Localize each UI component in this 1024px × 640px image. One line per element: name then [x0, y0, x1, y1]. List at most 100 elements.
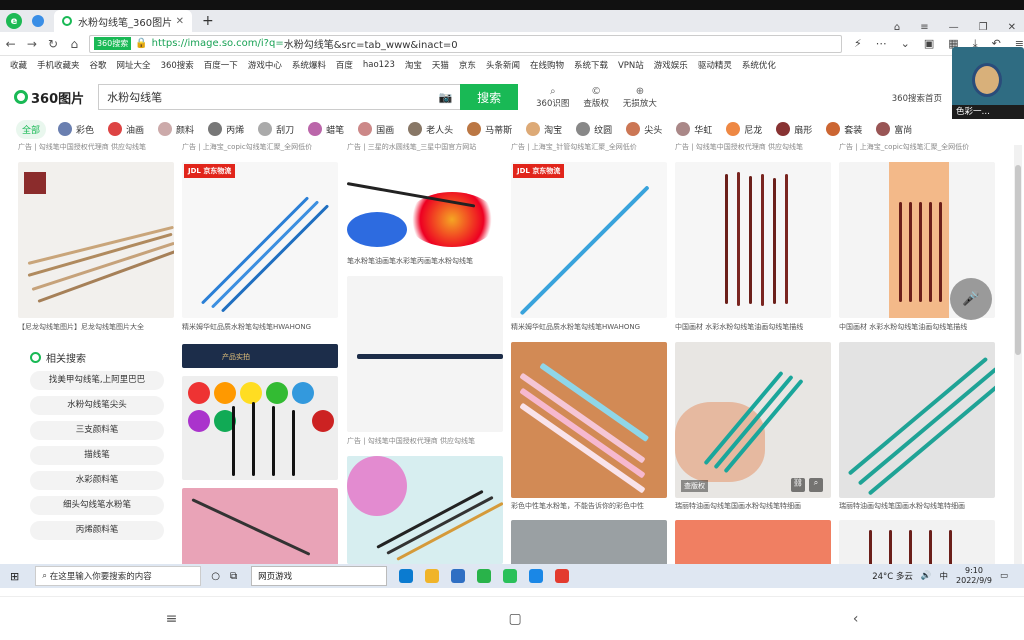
image-caption[interactable]: 精米姆华虹品质水粉笔勾线笔HWAHONG: [182, 322, 338, 332]
ime-indicator[interactable]: 中: [940, 570, 949, 582]
category-item[interactable]: 纹圆: [576, 122, 612, 136]
bookmark-6[interactable]: 游戏中心: [248, 59, 282, 71]
category-item[interactable]: 套装: [826, 122, 862, 136]
bookmark-7[interactable]: 系统爆料: [292, 59, 326, 71]
result-image[interactable]: 查版权 ⛓ ⌕: [675, 342, 831, 498]
image-search-tool[interactable]: ⌕ 360识图: [536, 86, 569, 109]
image-caption[interactable]: 瑞丽特油画勾线笔国画水粉勾线笔特细画: [675, 501, 831, 511]
active-tab[interactable]: 水粉勾线笔_360图片 ✕: [54, 10, 192, 32]
result-image[interactable]: [511, 342, 667, 498]
result-image[interactable]: [511, 520, 667, 564]
wechat-icon[interactable]: [503, 569, 518, 583]
back-nav-icon[interactable]: ‹: [853, 611, 859, 627]
page-scrollbar[interactable]: [1014, 145, 1022, 565]
related-item[interactable]: 水彩颜料笔: [30, 471, 164, 490]
copyright-badge[interactable]: 查版权: [681, 480, 708, 492]
related-item[interactable]: 细头勾线笔水粉笔: [30, 496, 164, 515]
task-view-icon[interactable]: ⧉: [230, 571, 237, 582]
search-input[interactable]: 水粉勾线笔 📷: [98, 84, 461, 110]
bookmark-17[interactable]: 游戏娱乐: [654, 59, 688, 71]
tab-close-icon[interactable]: ✕: [176, 16, 184, 27]
result-image[interactable]: [675, 520, 831, 564]
bookmark-13[interactable]: 头条新闻: [486, 59, 520, 71]
category-item[interactable]: 丙烯: [208, 122, 244, 136]
lightning-icon[interactable]: ⚡: [854, 37, 862, 51]
image-caption[interactable]: 中国画材 水彩水粉勾线笔油画勾线笔描线: [839, 322, 995, 332]
result-image[interactable]: [675, 162, 831, 318]
bookmark-11[interactable]: 天猫: [432, 59, 449, 71]
category-item[interactable]: 马蒂斯: [467, 122, 512, 136]
related-item[interactable]: 找美甲勾线笔,上阿里巴巴: [30, 371, 164, 390]
bookmark-2[interactable]: 谷歌: [90, 59, 107, 71]
result-image[interactable]: [182, 488, 338, 564]
category-item[interactable]: 油画: [108, 122, 144, 136]
image-caption[interactable]: 广告 | 勾线笔中国授权代理商 供应勾线笔: [347, 436, 503, 446]
related-item[interactable]: 描线笔: [30, 446, 164, 465]
bookmark-1[interactable]: 手机收藏夹: [37, 59, 80, 71]
more-icon[interactable]: ⋯: [876, 37, 887, 51]
wps-icon[interactable]: [555, 569, 570, 583]
related-item[interactable]: 三支颜料笔: [30, 421, 164, 440]
image-caption[interactable]: 精米姆华虹品质水粉笔勾线笔HWAHONG: [511, 322, 667, 332]
ad-caption[interactable]: 广告 | 上海宝_copic勾线笔汇聚_全网低价: [182, 142, 338, 152]
result-image[interactable]: [18, 162, 174, 318]
link-icon[interactable]: ⛓: [791, 478, 805, 492]
menu-nav-icon[interactable]: ≡: [166, 611, 178, 627]
browser-logo-icon[interactable]: e: [6, 13, 22, 29]
bookmark-4[interactable]: 360搜索: [161, 59, 194, 71]
related-item[interactable]: 水粉勾线笔尖头: [30, 396, 164, 415]
image-caption[interactable]: 【尼龙勾线笔图片】尼龙勾线笔图片大全: [18, 322, 174, 332]
bookmark-19[interactable]: 系统优化: [742, 59, 776, 71]
windows-start-icon[interactable]: ⊞: [10, 570, 19, 583]
back-icon[interactable]: ←: [0, 37, 21, 51]
cortana-icon[interactable]: ○: [211, 571, 220, 582]
site-logo[interactable]: 360图片: [14, 88, 84, 107]
result-image[interactable]: [839, 342, 995, 498]
volume-icon[interactable]: 🔊: [921, 571, 932, 581]
mail-icon[interactable]: [451, 569, 466, 583]
image-caption[interactable]: 笔水粉笔油画笔水彩笔丙画笔水粉勾线笔: [347, 256, 503, 266]
edge-icon[interactable]: [399, 569, 414, 583]
category-item[interactable]: 尼龙: [726, 122, 762, 136]
result-image-banner[interactable]: 产品实拍: [182, 344, 338, 368]
address-input[interactable]: 360搜索 🔒 https://image.so.com/i?q= 水粉勾线笔&…: [88, 34, 842, 53]
pocket-icon[interactable]: ▣: [924, 37, 934, 51]
search-button[interactable]: 搜索: [460, 84, 519, 110]
bookmark-8[interactable]: 百度: [336, 59, 353, 71]
ad-caption[interactable]: 广告 | 三星的水圆线笔_三星中国官方网站: [347, 142, 503, 152]
result-image[interactable]: JDL 京东物流: [182, 162, 338, 318]
result-image[interactable]: [347, 456, 503, 564]
new-tab-icon[interactable]: +: [202, 13, 214, 29]
home-nav-icon[interactable]: ▢: [508, 611, 521, 627]
result-image[interactable]: [839, 520, 995, 564]
category-item[interactable]: 刮刀: [258, 122, 294, 136]
voice-mic-button[interactable]: 🎤: [950, 278, 992, 320]
result-image[interactable]: [347, 162, 503, 252]
app-icon[interactable]: [529, 569, 544, 583]
category-item[interactable]: 扇形: [776, 122, 812, 136]
image-caption[interactable]: 中国画材 水彩水粉勾线笔油画勾线笔描线: [675, 322, 831, 332]
telegram-icon[interactable]: [32, 15, 44, 27]
bookmark-15[interactable]: 系统下载: [574, 59, 608, 71]
image-caption[interactable]: 瑞丽特油画勾线笔国画水粉勾线笔特细画: [839, 501, 995, 511]
category-item[interactable]: 华虹: [676, 122, 712, 136]
browser-360-icon[interactable]: [477, 569, 492, 583]
web-game-search[interactable]: 网页游戏: [251, 566, 388, 586]
weather[interactable]: 24°C 多云: [872, 570, 913, 582]
file-explorer-icon[interactable]: [425, 569, 440, 583]
camera-icon[interactable]: 📷: [438, 91, 452, 104]
chevron-down-icon[interactable]: ⌄: [901, 37, 910, 51]
result-image[interactable]: [182, 376, 338, 480]
ad-caption[interactable]: 广告 | 上海宝_copic勾线笔汇聚_全网低价: [839, 142, 995, 152]
clock[interactable]: 9:10 2022/9/9: [956, 566, 992, 586]
bookmark-16[interactable]: VPN站: [618, 59, 644, 71]
category-item[interactable]: 富尚: [876, 122, 912, 136]
forward-icon[interactable]: →: [21, 37, 42, 51]
bookmark-10[interactable]: 淘宝: [405, 59, 422, 71]
category-item[interactable]: 彩色: [58, 122, 94, 136]
category-all[interactable]: 全部: [16, 119, 47, 139]
category-item[interactable]: 颜料: [158, 122, 194, 136]
ad-caption[interactable]: 广告 | 上海宝_针管勾线笔汇聚_全网低价: [511, 142, 667, 152]
bookmark-3[interactable]: 网址大全: [117, 59, 151, 71]
result-image[interactable]: JDL 京东物流: [511, 162, 667, 318]
